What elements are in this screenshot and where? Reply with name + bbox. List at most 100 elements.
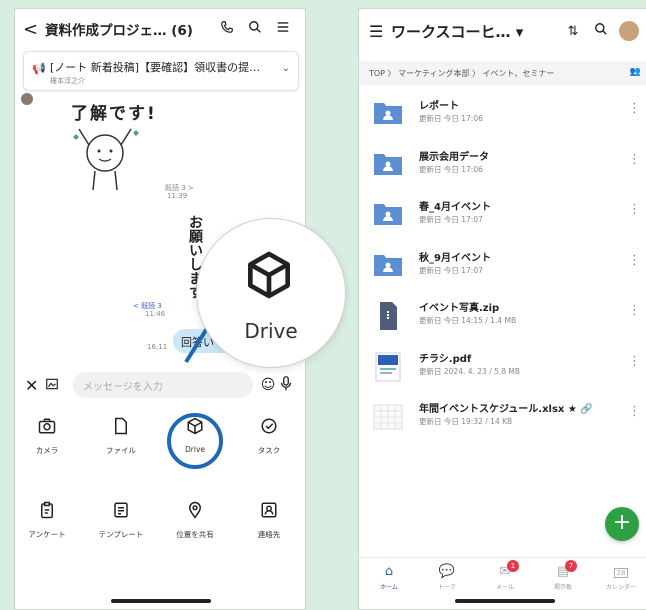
file-row[interactable]: チラシ.pdf 更新日 2024. 4. 23 / 5.8 MB ⋮ xyxy=(359,342,646,392)
chat-title: 資料作成プロジェ… (6) xyxy=(45,23,193,39)
more-options-icon[interactable]: ⋮ xyxy=(628,253,641,268)
sort-icon[interactable]: ⇅ xyxy=(559,24,587,39)
file-name: 春_4月イベント xyxy=(419,202,491,213)
board-icon: ▤ xyxy=(556,564,570,579)
add-button[interactable]: + xyxy=(605,507,639,541)
file-name: チラシ.pdf xyxy=(419,353,472,365)
contact-card-icon xyxy=(239,501,299,525)
phone-icon[interactable] xyxy=(213,20,241,38)
notice-title: [ノート 新着投稿]【要確認】領収書の提… xyxy=(50,61,261,74)
file-meta: 更新日 今日 17:06 xyxy=(419,114,483,123)
home-icon: ⌂ xyxy=(384,564,394,579)
breadcrumb-text: TOP 〉 マーケティング本部 〉 イベント、セミナー xyxy=(369,69,555,78)
menu-icon[interactable] xyxy=(269,20,297,38)
file-name: 秋_9月イベント xyxy=(419,252,491,264)
timestamp: 16:11 xyxy=(147,343,168,351)
tab-label: カレンダー xyxy=(605,584,636,591)
tab-label: ホーム xyxy=(380,584,398,591)
tab-mail[interactable]: ✉ 1 メール xyxy=(477,560,533,591)
file-row[interactable]: 秋_9月イベント 更新日 今日 17:07 ⋮ xyxy=(359,241,646,291)
timestamp: 11:39 xyxy=(167,192,188,200)
tab-calendar[interactable]: 28 カレンダー xyxy=(593,564,646,591)
search-icon[interactable] xyxy=(241,20,269,38)
tab-label: 掲示板 xyxy=(553,584,572,591)
file-row[interactable]: イベント写真.zip 更新日 今日 14:15 / 1.4 MB ⋮ xyxy=(359,291,646,341)
chevron-down-icon[interactable]: ⌄ xyxy=(282,63,290,74)
more-options-icon[interactable]: ⋮ xyxy=(628,101,641,116)
board-badge: 7 xyxy=(565,560,577,572)
pdf-file-icon xyxy=(373,352,403,381)
file-row[interactable]: レポート更新日 今日 17:06 ⋮ xyxy=(359,89,646,139)
file-name: 展示会用データ xyxy=(419,151,489,163)
pinned-notice[interactable]: 📢 [ノート 新着投稿]【要確認】領収書の提… 榎本淳之介 ⌄ xyxy=(23,51,299,91)
file-row[interactable]: 展示会用データ 更新日 今日 17:06 ⋮ xyxy=(359,140,646,190)
avatar[interactable] xyxy=(21,93,33,105)
clipboard-icon xyxy=(17,501,77,525)
tab-home[interactable]: ⌂ ホーム xyxy=(361,564,417,591)
message-input[interactable]: メッセージを入力 xyxy=(73,372,253,398)
folder-icon xyxy=(373,200,403,226)
file-icon xyxy=(91,417,151,441)
tab-talk[interactable]: 💬 トーク xyxy=(419,564,475,591)
template-button[interactable]: テンプレート xyxy=(91,501,151,540)
file-name: イベント写真.zip xyxy=(419,303,500,314)
file-meta: 更新日 今日 17:07 xyxy=(419,265,483,275)
file-row[interactable]: 春_4月イベント 更新日 今日 17:07 ⋮ xyxy=(359,190,646,240)
mail-badge: 1 xyxy=(507,560,519,572)
tab-label: トーク xyxy=(437,584,456,591)
check-circle-icon xyxy=(239,417,299,441)
mail-icon: ✉ xyxy=(499,564,511,579)
hamburger-icon[interactable]: ☰ xyxy=(369,22,391,41)
drive-button[interactable]: Drive xyxy=(165,417,225,454)
drive-magnifier: Drive xyxy=(196,218,346,368)
drive-title[interactable]: ワークスコーヒ… ▾ xyxy=(391,21,559,42)
people-icon[interactable]: 👥 xyxy=(630,67,641,77)
folder-icon xyxy=(373,251,403,277)
file-name: レポート xyxy=(419,101,459,112)
sticker-image xyxy=(73,128,139,191)
camera-button[interactable]: カメラ xyxy=(17,417,77,456)
grid-label: ファイル xyxy=(106,446,136,455)
close-icon[interactable]: ✕ xyxy=(25,376,45,395)
grid-label: 連絡先 xyxy=(257,530,281,539)
home-indicator xyxy=(455,599,555,603)
grid-label: カメラ xyxy=(35,446,59,455)
bottom-tab-bar: ⌂ ホーム 💬 トーク ✉ 1 メール ▤ 7 掲示板 28 カレンダー xyxy=(359,557,646,597)
avatar[interactable] xyxy=(619,21,639,41)
folder-icon xyxy=(373,99,403,125)
template-icon xyxy=(91,501,151,525)
image-icon[interactable] xyxy=(45,377,67,394)
xlsx-file-icon xyxy=(373,402,403,430)
search-icon[interactable] xyxy=(587,22,615,40)
microphone-icon[interactable] xyxy=(277,375,295,395)
location-pin-icon xyxy=(165,501,225,525)
file-meta: 更新日 今日 17:06 xyxy=(419,164,483,174)
grid-label: アンケート xyxy=(28,530,66,539)
tab-board[interactable]: ▤ 7 掲示板 xyxy=(535,560,591,591)
grid-label: 位置を共有 xyxy=(176,530,214,539)
task-button[interactable]: タスク xyxy=(239,417,299,456)
survey-button[interactable]: アンケート xyxy=(17,501,77,540)
drive-label-large: Drive xyxy=(244,319,298,343)
talk-header: < 資料作成プロジェ… (6) xyxy=(15,9,305,49)
file-button[interactable]: ファイル xyxy=(91,417,151,456)
more-options-icon[interactable]: ⋮ xyxy=(628,404,641,419)
drive-screen: ☰ ワークスコーヒ… ▾ ⇅ TOP 〉 マーケティング本部 〉 イベント、セミ… xyxy=(358,8,646,610)
breadcrumb[interactable]: TOP 〉 マーケティング本部 〉 イベント、セミナー 👥 xyxy=(359,61,646,85)
back-icon[interactable]: < xyxy=(23,19,41,40)
file-meta: 更新日 今日 17:07 xyxy=(419,215,483,224)
grid-label: テンプレート xyxy=(98,530,144,539)
contact-button[interactable]: 連絡先 xyxy=(239,501,299,540)
drive-header: ☰ ワークスコーヒ… ▾ ⇅ xyxy=(359,9,646,53)
emoji-icon[interactable]: ☺ xyxy=(259,377,277,393)
folder-icon xyxy=(373,150,403,176)
more-options-icon[interactable]: ⋮ xyxy=(628,303,641,318)
file-name: 年間イベントスケジュール.xlsx ★ 🔗 xyxy=(419,404,593,415)
calendar-icon: 28 xyxy=(593,564,646,579)
more-options-icon[interactable]: ⋮ xyxy=(628,152,641,167)
chat-bubble-icon: 💬 xyxy=(438,564,456,579)
more-options-icon[interactable]: ⋮ xyxy=(628,354,641,369)
more-options-icon[interactable]: ⋮ xyxy=(628,202,641,217)
file-row[interactable]: 年間イベントスケジュール.xlsx ★ 🔗 更新日 今日 19:32 / 14 K… xyxy=(359,392,646,442)
share-location-button[interactable]: 位置を共有 xyxy=(165,501,225,540)
